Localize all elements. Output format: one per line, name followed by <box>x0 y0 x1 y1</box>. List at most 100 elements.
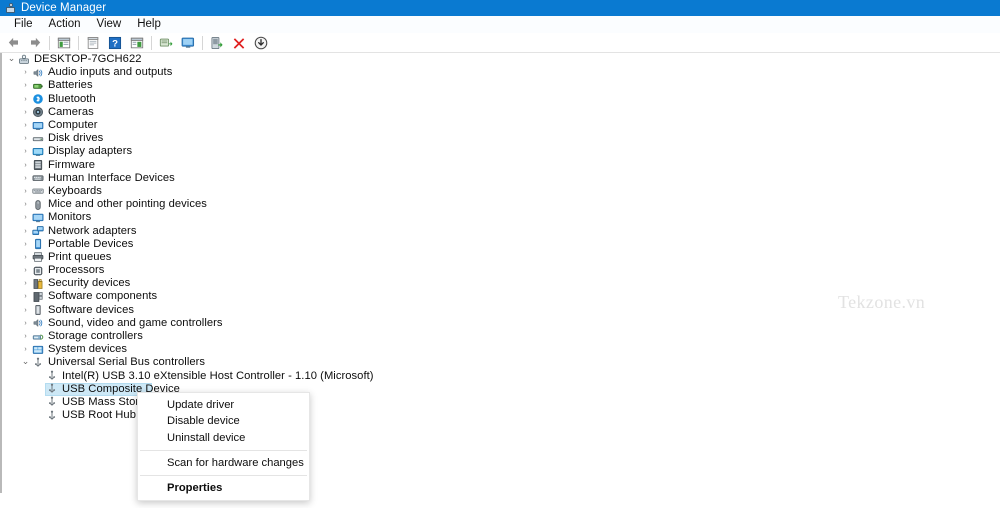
chevron-right-icon[interactable]: › <box>20 307 31 314</box>
chevron-right-icon[interactable]: › <box>20 254 31 261</box>
chevron-right-icon[interactable]: › <box>20 241 31 248</box>
tree-node-label: DESKTOP-7GCH622 <box>34 53 142 66</box>
chevron-right-icon[interactable]: › <box>20 148 31 155</box>
tree-node[interactable]: › System devices <box>2 343 1000 356</box>
chevron-right-icon[interactable]: › <box>20 69 31 76</box>
tree-node[interactable]: › Processors <box>2 264 1000 277</box>
tree-node[interactable]: › Network adapters <box>2 224 1000 237</box>
menu-file[interactable]: File <box>6 16 41 33</box>
tree-node[interactable]: › Security devices <box>2 277 1000 290</box>
battery-icon <box>31 80 45 92</box>
sound-controller-icon <box>31 317 45 329</box>
device-manager-window: Device Manager File Action View Help ? ⌄ DES… <box>0 0 1000 508</box>
chevron-right-icon[interactable]: › <box>20 333 31 340</box>
security-device-icon <box>31 278 45 290</box>
tree-node[interactable]: › Storage controllers <box>2 330 1000 343</box>
chevron-right-icon[interactable]: › <box>20 82 31 89</box>
menu-view[interactable]: View <box>89 16 130 33</box>
chevron-right-icon[interactable]: › <box>20 280 31 287</box>
usb-icon <box>45 410 59 422</box>
tree-node-label: Print queues <box>48 250 112 263</box>
context-menu[interactable]: Update driver Disable device Uninstall dev… <box>137 392 310 502</box>
chevron-right-icon[interactable]: › <box>20 320 31 327</box>
tree-node[interactable]: › Display adapters <box>2 145 1000 158</box>
context-menu-item-properties[interactable]: Properties <box>138 480 309 496</box>
tree-node[interactable]: Intel(R) USB 3.10 eXtensible Host Contro… <box>2 370 1000 383</box>
toolbar-disable-device-icon[interactable] <box>251 34 271 52</box>
chevron-down-icon[interactable]: ⌄ <box>6 53 17 64</box>
toolbar-uninstall-device-icon[interactable] <box>229 34 249 52</box>
tree-node[interactable]: › Monitors <box>2 211 1000 224</box>
tree-node[interactable]: › Disk drives <box>2 132 1000 145</box>
tree-node-label: Computer <box>48 119 98 132</box>
chevron-right-icon[interactable]: › <box>20 109 31 116</box>
back-arrow-icon <box>6 35 21 50</box>
tree-node[interactable]: › Audio inputs and outputs <box>2 66 1000 79</box>
toolbar-monitor-icon[interactable] <box>178 34 198 52</box>
tree-node[interactable]: › Firmware <box>2 159 1000 172</box>
camera-icon <box>31 106 45 118</box>
toolbar-properties-icon[interactable] <box>83 34 103 52</box>
disk-drive-icon <box>31 133 45 145</box>
tree-node[interactable]: › Human Interface Devices <box>2 172 1000 185</box>
tree-node-label: Universal Serial Bus controllers <box>48 356 206 369</box>
usb-icon <box>45 383 59 395</box>
context-menu-item-scan-for-hardware-changes[interactable]: Scan for hardware changes <box>138 455 309 471</box>
chevron-right-icon[interactable]: › <box>20 214 31 221</box>
toolbar-help-icon[interactable]: ? <box>105 34 125 52</box>
tree-node-label: Software devices <box>48 303 134 316</box>
tree-node[interactable]: › Computer <box>2 119 1000 132</box>
tree-node[interactable]: ⌄ Universal Serial Bus controllers <box>2 356 1000 369</box>
chevron-right-icon[interactable]: › <box>20 135 31 142</box>
tree-node-label: Keyboards <box>48 184 102 197</box>
toolbar-forward-arrow-icon[interactable] <box>25 34 45 52</box>
storage-controller-icon <box>31 331 45 343</box>
tree-node[interactable]: › Mice and other pointing devices <box>2 198 1000 211</box>
toolbar-separator <box>202 35 203 50</box>
tree-node[interactable]: › Print queues <box>2 251 1000 264</box>
context-menu-item-disable-device[interactable]: Disable device <box>138 413 309 429</box>
toolbar-view-window-icon[interactable] <box>127 34 147 52</box>
tree-node-label: Firmware <box>48 158 96 171</box>
tree-node[interactable]: › Keyboards <box>2 185 1000 198</box>
chevron-right-icon[interactable]: › <box>20 293 31 300</box>
chevron-right-icon[interactable]: › <box>20 96 31 103</box>
chevron-right-icon[interactable]: › <box>20 188 31 195</box>
tree-node[interactable]: › Portable Devices <box>2 238 1000 251</box>
svg-text:?: ? <box>112 38 118 49</box>
mouse-icon <box>31 199 45 211</box>
chevron-right-icon[interactable]: › <box>20 346 31 353</box>
toolbar-scan-for-hardware-changes-icon[interactable] <box>156 34 176 52</box>
tree-node[interactable]: › Batteries <box>2 79 1000 92</box>
tree-node-label: Portable Devices <box>48 237 134 250</box>
toolbar-back-arrow-icon[interactable] <box>3 34 23 52</box>
tree-node-label: System devices <box>48 343 128 356</box>
view-window-icon <box>130 36 144 50</box>
toolbar-separator <box>151 35 152 50</box>
tree-node-label: Storage controllers <box>48 330 143 343</box>
chevron-right-icon[interactable]: › <box>20 122 31 129</box>
chevron-right-icon[interactable]: › <box>20 228 31 235</box>
tree-node[interactable]: › Cameras <box>2 106 1000 119</box>
menu-bar: File Action View Help <box>0 16 1000 33</box>
context-menu-item-update-driver[interactable]: Update driver <box>138 397 309 413</box>
help-icon: ? <box>108 36 122 50</box>
chevron-down-icon[interactable]: ⌄ <box>20 356 31 367</box>
tree-node-label: Audio inputs and outputs <box>48 66 173 79</box>
chevron-right-icon[interactable]: › <box>20 162 31 169</box>
tree-node[interactable]: › Sound, video and game controllers <box>2 317 1000 330</box>
chevron-right-icon[interactable]: › <box>20 267 31 274</box>
chevron-right-icon[interactable]: › <box>20 201 31 208</box>
context-menu-item-uninstall-device[interactable]: Uninstall device <box>138 430 309 446</box>
computer-icon <box>31 120 45 132</box>
menu-help[interactable]: Help <box>129 16 169 33</box>
toolbar-update-driver-icon[interactable] <box>207 34 227 52</box>
keyboard-icon <box>31 185 45 197</box>
tree-node[interactable]: ⌄ DESKTOP-7GCH622 <box>2 53 1000 66</box>
toolbar-show-hide-console-tree-icon[interactable] <box>54 34 74 52</box>
display-adapter-icon <box>31 146 45 158</box>
menu-action[interactable]: Action <box>41 16 89 33</box>
tree-node-label: Security devices <box>48 277 131 290</box>
tree-node[interactable]: › Bluetooth <box>2 93 1000 106</box>
chevron-right-icon[interactable]: › <box>20 175 31 182</box>
